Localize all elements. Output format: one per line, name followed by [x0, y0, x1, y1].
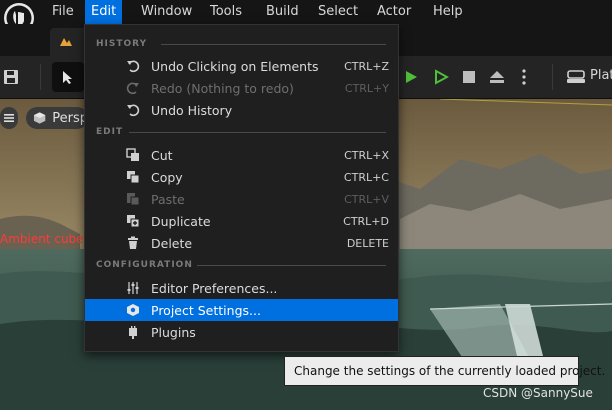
mode-select-button[interactable] [52, 62, 84, 92]
menu-item-label: Paste [151, 191, 185, 207]
tooltip: Change the settings of the currently loa… [284, 356, 605, 386]
platforms-label[interactable]: Plat [590, 68, 612, 83]
toolbar-separator [40, 64, 41, 90]
redo-icon [125, 80, 141, 96]
menu-item-undo[interactable]: Undo Clicking on Elements CTRL+Z [85, 55, 398, 77]
menu-item-project-settings[interactable]: Project Settings... [85, 299, 398, 321]
section-header-configuration: CONFIGURATION [96, 260, 193, 270]
viewport-menu-button[interactable] [0, 107, 18, 129]
undo-icon [125, 58, 141, 74]
stop-icon [463, 71, 475, 83]
menu-item-shortcut: CTRL+D [343, 214, 389, 228]
section-header-edit: EDIT [96, 127, 124, 137]
save-icon [4, 70, 18, 84]
section-divider [197, 265, 386, 266]
menu-item-label: Duplicate [151, 213, 211, 229]
menu-item-label: Copy [151, 169, 183, 185]
menu-item-label: Project Settings... [151, 302, 261, 318]
menu-help[interactable]: Help [427, 0, 469, 24]
menu-file[interactable]: File [46, 0, 80, 24]
kebab-icon [522, 69, 526, 85]
menu-window[interactable]: Window [135, 0, 198, 24]
menu-item-duplicate[interactable]: Duplicate CTRL+D [85, 210, 398, 232]
menu-item-shortcut: CTRL+V [344, 192, 389, 206]
tooltip-text: Change the settings of the currently loa… [294, 364, 606, 378]
section-header-history: HISTORY [96, 39, 148, 49]
menu-item-label: Redo (Nothing to redo) [151, 80, 294, 96]
play-button[interactable] [400, 62, 422, 92]
stop-button[interactable] [458, 62, 480, 92]
menu-item-editor-preferences[interactable]: Editor Preferences... [85, 277, 398, 299]
select-mode-icon [63, 71, 72, 84]
menu-item-cut[interactable]: Cut CTRL+X [85, 144, 398, 166]
viewport-view-mode-button[interactable]: Persp [26, 107, 88, 129]
cut-icon [125, 147, 141, 163]
watermark: CSDN @SannySue [483, 386, 593, 400]
play-options-button[interactable] [515, 62, 533, 92]
menu-item-shortcut: CTRL+C [343, 170, 389, 184]
paste-icon [125, 191, 141, 207]
edit-menu-dropdown: HISTORY Undo Clicking on Elements CTRL+Z… [84, 24, 399, 352]
section-divider [129, 132, 386, 133]
hamburger-icon [4, 114, 14, 122]
menu-item-label: Cut [151, 147, 173, 163]
copy-icon [125, 169, 141, 185]
menu-item-label: Plugins [151, 324, 196, 340]
section-divider [161, 44, 386, 45]
menu-item-paste[interactable]: Paste CTRL+V [85, 188, 398, 210]
view-mode-label: Persp [52, 110, 88, 126]
eject-button[interactable] [486, 62, 508, 92]
menu-item-label: Delete [151, 235, 193, 251]
menu-item-shortcut: DELETE [346, 236, 389, 250]
menu-item-copy[interactable]: Copy CTRL+C [85, 166, 398, 188]
play-icon [406, 71, 417, 83]
menu-item-shortcut: CTRL+X [344, 148, 389, 162]
toolbar-separator [552, 64, 553, 90]
eject-icon [490, 71, 504, 83]
trash-icon [125, 235, 141, 251]
menu-item-label: Undo History [151, 102, 233, 118]
menu-tools[interactable]: Tools [204, 0, 248, 24]
menu-item-shortcut: CTRL+Z [344, 59, 389, 73]
history-icon [125, 102, 141, 118]
play-outline-icon [435, 69, 449, 85]
menu-item-plugins[interactable]: Plugins [85, 321, 398, 343]
perspective-cube-icon [33, 112, 46, 124]
gamepad-icon [567, 70, 585, 83]
menu-select[interactable]: Select [312, 0, 364, 24]
menu-bar: File Edit Window Tools Build Select Acto… [0, 0, 612, 33]
play-mode-button[interactable] [430, 62, 452, 92]
project-settings-icon [125, 302, 141, 318]
menu-item-label: Editor Preferences... [151, 280, 278, 296]
menu-item-redo[interactable]: Redo (Nothing to redo) CTRL+Y [85, 77, 398, 99]
menu-item-shortcut: CTRL+Y [344, 81, 389, 95]
ambient-cubemap-warning: Ambient cubem [0, 232, 96, 246]
duplicate-icon [125, 213, 141, 229]
sliders-icon [125, 280, 141, 296]
level-icon [60, 38, 72, 46]
menu-actor[interactable]: Actor [371, 0, 417, 24]
platforms-button[interactable] [564, 62, 588, 92]
menu-build[interactable]: Build [260, 0, 305, 24]
plugin-icon [125, 324, 141, 340]
menu-item-delete[interactable]: Delete DELETE [85, 232, 398, 254]
menu-edit[interactable]: Edit [85, 0, 123, 24]
menu-item-undo-history[interactable]: Undo History [85, 99, 398, 121]
save-button[interactable] [0, 62, 22, 92]
menu-item-label: Undo Clicking on Elements [151, 58, 319, 74]
